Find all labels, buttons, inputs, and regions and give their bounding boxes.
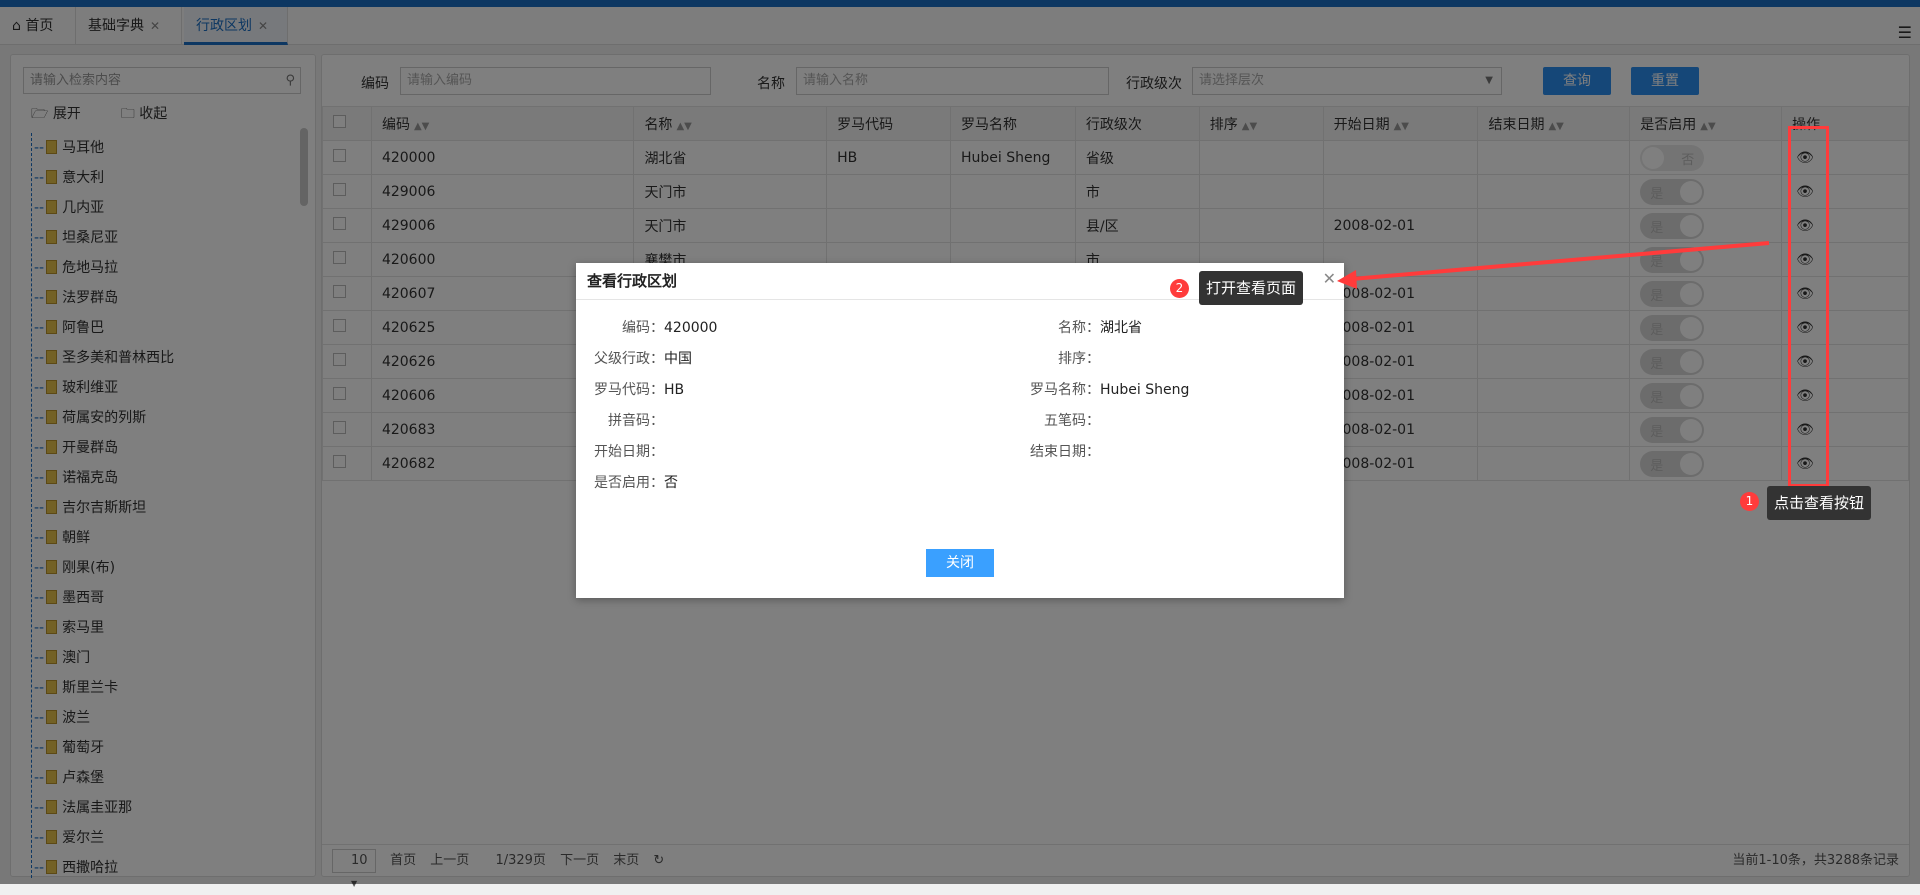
annotation-tooltip: 打开查看页面 [1199, 271, 1304, 305]
annotation-tooltip: 点击查看按钮 [1767, 486, 1872, 520]
annotation-badge: 1 [1740, 492, 1759, 511]
annotation-badge: 2 [1170, 279, 1189, 298]
annotation-arrow [1337, 241, 1770, 289]
